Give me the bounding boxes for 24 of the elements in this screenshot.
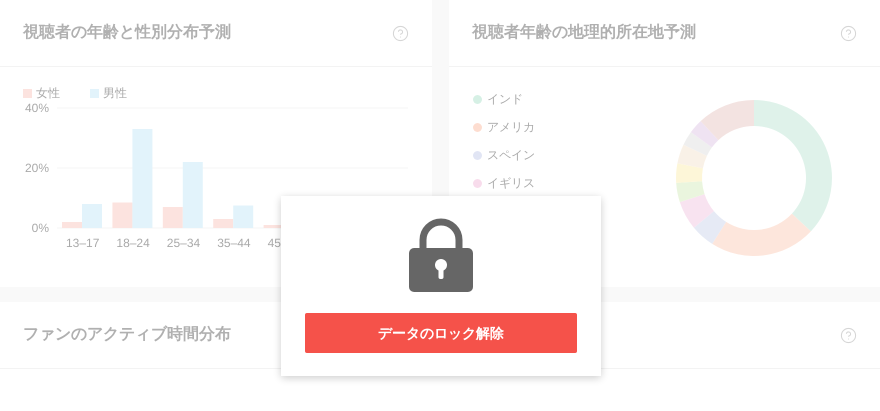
axis-label: 35–44 xyxy=(217,236,251,250)
legend-label: 女性 xyxy=(36,85,60,102)
legend-label: アメリカ xyxy=(487,119,535,136)
axis-label: 40% xyxy=(24,101,49,115)
axis-label: 20% xyxy=(24,161,49,175)
legend-label: イギリス xyxy=(487,175,535,192)
lock-icon xyxy=(409,218,473,292)
axis-label: 13–17 xyxy=(66,236,100,250)
axis-label: 18–24 xyxy=(116,236,150,250)
help-icon[interactable] xyxy=(840,24,857,42)
help-icon[interactable] xyxy=(392,24,409,42)
donut-slice xyxy=(676,163,703,183)
unlock-data-button[interactable]: データのロック解除 xyxy=(305,313,577,353)
axis-label: 45 xyxy=(268,236,281,250)
legend-label: 男性 xyxy=(103,85,127,102)
axis-label: 25–34 xyxy=(166,236,200,250)
card-title: 視聴者の年齢と性別分布予測 xyxy=(23,22,231,43)
legend-label: インド xyxy=(487,91,523,108)
donut-slice xyxy=(677,144,707,168)
help-icon[interactable] xyxy=(840,326,857,344)
card-title: ファンのアクティブ時間分布 xyxy=(23,324,231,345)
legend-label: スペイン xyxy=(487,147,535,164)
axis-label: 0% xyxy=(32,221,49,235)
card-title: 視聴者年齢の地理的所在地予測 xyxy=(472,22,696,43)
